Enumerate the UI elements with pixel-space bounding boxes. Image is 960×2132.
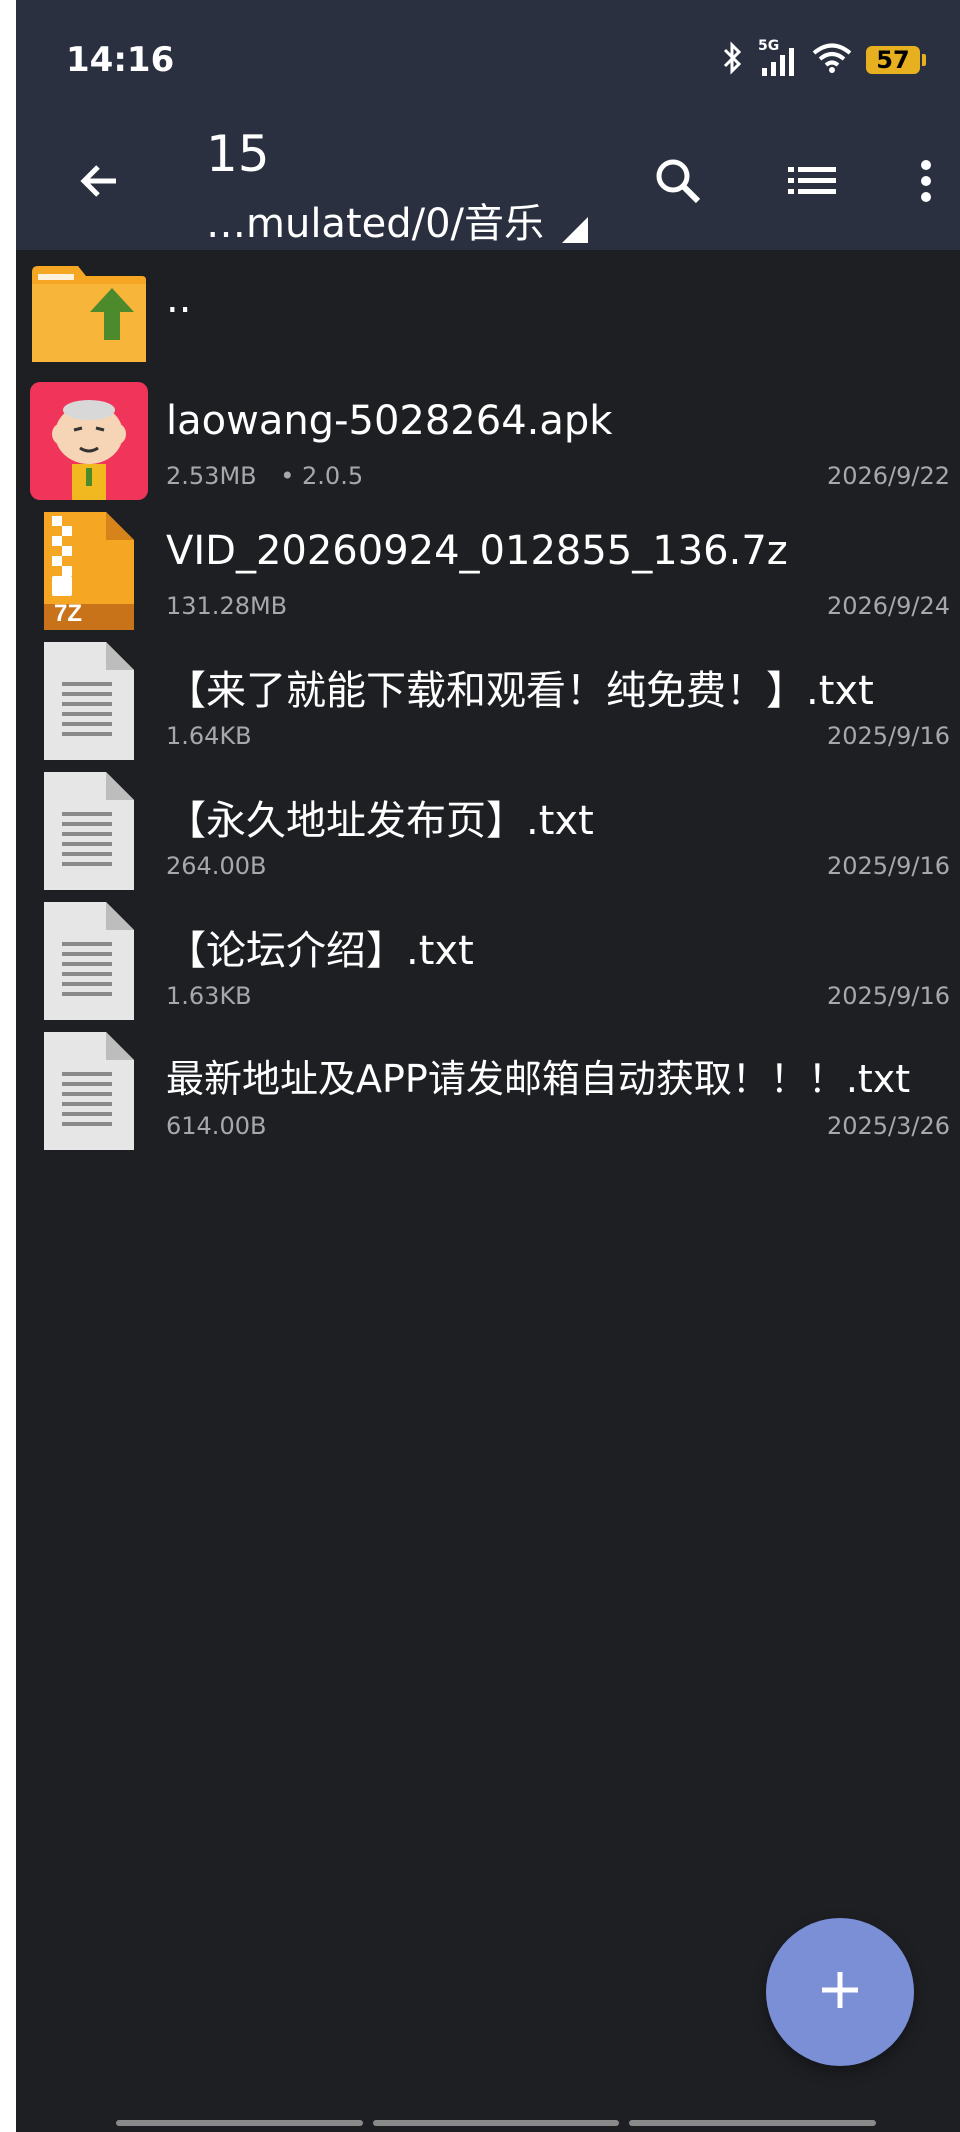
dropdown-caret-icon [562, 217, 589, 243]
file-date: 2025/3/26 [826, 1112, 950, 1140]
file-size: 131.28MB [166, 592, 288, 620]
gesture-bar [116, 2120, 877, 2126]
more-vert-icon [919, 157, 933, 209]
list-item-file[interactable]: 最新地址及APP请发邮箱自动获取！！！.txt 614.00B 2025/3/2… [16, 1020, 960, 1150]
file-size: 1.63KB [166, 982, 252, 1010]
more-options-button[interactable] [886, 143, 960, 223]
back-button[interactable] [60, 143, 140, 223]
bluetooth-icon [722, 41, 744, 79]
file-size: 1.64KB [166, 722, 252, 750]
file-name: 【永久地址发布页】.txt [166, 798, 594, 844]
status-bar: 14:16 5G 57 [16, 0, 960, 115]
status-icons: 5G 57 [722, 38, 926, 80]
file-name: .. [166, 276, 192, 322]
list-item-parent-folder[interactable]: .. [16, 250, 960, 370]
file-date: 2025/9/16 [826, 722, 950, 750]
text-file-icon [30, 902, 148, 1020]
file-list: .. laowang-5028264.apk 2.53MB • 2.0.5 20… [16, 250, 960, 1150]
file-date: 2025/9/16 [826, 982, 950, 1010]
back-arrow-icon [76, 157, 124, 209]
file-date: 2026/9/22 [826, 462, 950, 490]
text-file-icon [30, 642, 148, 760]
file-name: VID_20260924_012855_136.7z [166, 528, 788, 574]
file-date: 2025/9/16 [826, 852, 950, 880]
text-file-icon [30, 1032, 148, 1150]
file-manager-screen: 14:16 5G 57 15 …mulated/0/音乐 .. laowang-… [16, 0, 960, 2132]
list-item-file[interactable]: 7Z VID_20260924_012855_136.7z 131.28MB 2… [16, 500, 960, 630]
file-name: laowang-5028264.apk [166, 398, 613, 444]
list-item-file[interactable]: laowang-5028264.apk 2.53MB • 2.0.5 2026/… [16, 370, 960, 500]
search-button[interactable] [638, 143, 718, 223]
app-toolbar: 15 …mulated/0/音乐 [16, 115, 960, 250]
file-name: 【来了就能下载和观看！纯免费！】.txt [166, 668, 874, 714]
list-view-icon [786, 161, 838, 205]
list-item-file[interactable]: 【来了就能下载和观看！纯免费！】.txt 1.64KB 2025/9/16 [16, 630, 960, 760]
list-item-file[interactable]: 【论坛介绍】.txt 1.63KB 2025/9/16 [16, 890, 960, 1020]
folder-title: 15 [206, 125, 270, 183]
apk-app-icon [30, 382, 148, 500]
search-icon [652, 155, 704, 211]
archive-type-label: 7Z [54, 600, 83, 627]
wifi-icon [812, 42, 852, 78]
signal-icon: 5G [758, 38, 798, 78]
file-size: 614.00B [166, 1112, 267, 1140]
add-button[interactable] [766, 1918, 914, 2066]
file-date: 2026/9/24 [826, 592, 950, 620]
app-version: • 2.0.5 [280, 462, 364, 490]
folder-up-icon [30, 262, 148, 380]
path-selector[interactable]: …mulated/0/音乐 [206, 191, 589, 249]
battery-icon: 57 [866, 46, 926, 74]
7z-archive-icon: 7Z [30, 512, 148, 630]
list-view-button[interactable] [772, 143, 852, 223]
status-time: 14:16 [66, 40, 175, 80]
list-item-file[interactable]: 【永久地址发布页】.txt 264.00B 2025/9/16 [16, 760, 960, 890]
file-size: 264.00B [166, 852, 267, 880]
file-name: 最新地址及APP请发邮箱自动获取！！！.txt [166, 1057, 911, 1101]
path-text: …mulated/0/音乐 [206, 201, 545, 247]
file-size-value: 2.53MB [166, 462, 257, 490]
file-size: 2.53MB • 2.0.5 [166, 462, 363, 490]
text-file-icon [30, 772, 148, 890]
plus-icon [818, 1968, 862, 2016]
file-name: 【论坛介绍】.txt [166, 928, 474, 974]
